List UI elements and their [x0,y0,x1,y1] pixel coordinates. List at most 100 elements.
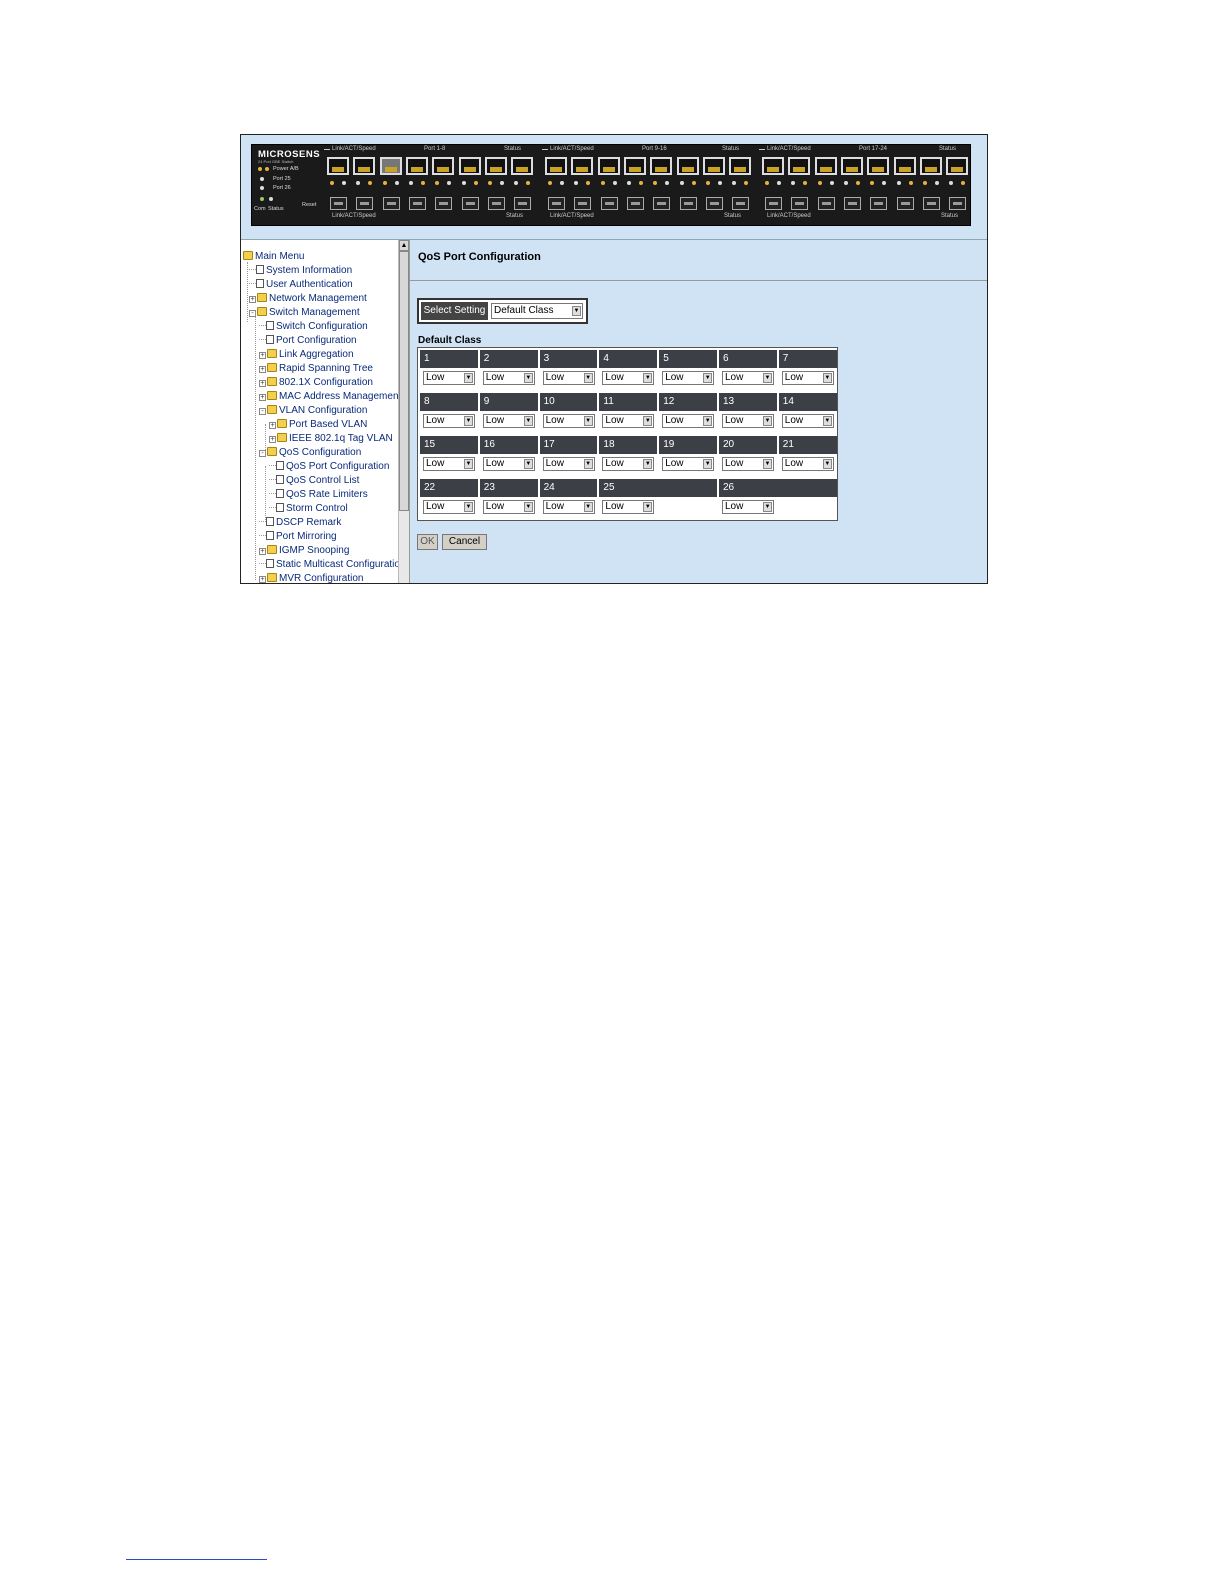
sidebar-item[interactable]: + Rapid Spanning Tree [259,362,373,375]
port-class-select[interactable]: Low ▼ [542,414,595,428]
dropdown-arrow-icon[interactable]: ▼ [763,502,772,512]
ok-button[interactable]: OK [417,534,438,550]
port-class-value: Low [426,372,445,383]
dropdown-arrow-icon[interactable]: ▼ [583,373,593,383]
sidebar-item[interactable]: + Link Aggregation [259,348,354,361]
port-class-select[interactable]: Low ▼ [781,414,834,428]
sidebar-item[interactable]: + IGMP Snooping [259,544,349,557]
port-class-select[interactable]: Low ▼ [662,457,715,471]
port-class-select[interactable]: Low ▼ [542,457,595,471]
sidebar-item[interactable]: - QoS Configuration [259,446,361,459]
dropdown-arrow-icon[interactable]: ▼ [763,373,772,383]
sidebar-scrollbar[interactable]: ▲ [398,240,409,583]
sidebar-item[interactable]: Switch Configuration [259,320,368,333]
dropdown-arrow-icon[interactable]: ▼ [583,459,593,469]
port-class-select[interactable]: Low ▼ [781,457,834,471]
port-class-value: Low [485,458,505,469]
sidebar-item[interactable]: - VLAN Configuration [259,404,367,417]
expand-icon[interactable]: + [259,576,266,583]
sidebar-item[interactable]: +802.1X Configuration [259,376,373,389]
dropdown-arrow-icon[interactable]: ▼ [763,459,772,469]
dropdown-arrow-icon[interactable]: ▼ [703,373,713,383]
dropdown-arrow-icon[interactable]: ▼ [523,373,533,383]
port-class-select[interactable]: Low ▼ [722,414,774,428]
expand-icon[interactable]: + [259,366,266,373]
port-led-icon [447,181,452,185]
port-class-value: Low [545,415,564,426]
dropdown-arrow-icon[interactable]: ▼ [703,459,713,469]
dropdown-arrow-icon[interactable]: ▼ [763,416,772,426]
dropdown-arrow-icon[interactable]: ▼ [703,416,713,426]
port-class-select[interactable]: Low ▼ [662,414,715,428]
dropdown-arrow-icon[interactable]: ▼ [822,416,832,426]
dropdown-arrow-icon[interactable]: ▼ [643,459,653,469]
port-class-select[interactable]: Low ▼ [722,500,774,514]
sidebar-item[interactable]: DSCP Remark [259,516,341,529]
sidebar-item[interactable]: System Information [249,264,352,277]
port-class-select[interactable]: Low ▼ [542,371,595,385]
dropdown-arrow-icon[interactable]: ▼ [464,459,473,469]
dropdown-arrow-icon[interactable]: ▼ [822,373,832,383]
dropdown-arrow-icon[interactable]: ▼ [523,416,533,426]
dropdown-arrow-icon[interactable]: ▼ [572,306,581,316]
dropdown-arrow-icon[interactable]: ▼ [523,459,533,469]
dropdown-arrow-icon[interactable]: ▼ [583,502,593,512]
expand-icon[interactable]: + [259,380,266,387]
sidebar-item[interactable]: + Port Based VLAN [269,418,367,431]
port-class-select[interactable]: Low ▼ [423,457,475,471]
sidebar-item[interactable]: - Switch Management [249,306,360,319]
sidebar-item[interactable]: Storm Control [269,502,348,515]
scroll-up-arrow-icon[interactable]: ▲ [399,240,409,251]
sidebar-item[interactable]: QoS Control List [269,474,359,487]
switch-front-panel: MICROSENS 24 Port GBE Switch Power A/B P… [251,144,971,226]
dropdown-arrow-icon[interactable]: ▼ [643,373,653,383]
port-class-select[interactable]: Low ▼ [602,457,655,471]
port-class-select[interactable]: Low ▼ [602,414,655,428]
dropdown-arrow-icon[interactable]: ▼ [583,416,593,426]
port-class-select[interactable]: Low ▼ [423,500,475,514]
select-setting-dropdown[interactable]: Default Class ▼ [491,303,583,319]
port-class-select[interactable]: Low ▼ [482,457,535,471]
expand-icon[interactable]: + [259,548,266,555]
rj45-port-icon [511,157,534,175]
port-class-select[interactable]: Low ▼ [482,414,535,428]
sidebar-item[interactable]: + MAC Address Managemen [259,390,398,403]
sidebar-item[interactable]: Port Configuration [259,334,357,347]
expand-icon[interactable]: + [259,352,266,359]
sidebar-item[interactable]: Static Multicast Configuratio [259,558,398,571]
port-class-select[interactable]: Low ▼ [722,457,774,471]
dropdown-arrow-icon[interactable]: ▼ [643,416,653,426]
sidebar-item[interactable]: Port Mirroring [259,530,337,543]
sidebar-item[interactable]: + MVR Configuration [259,572,363,583]
dropdown-arrow-icon[interactable]: ▼ [464,502,473,512]
expand-icon[interactable]: + [269,422,276,429]
scroll-thumb[interactable] [399,251,409,511]
collapse-icon[interactable]: - [259,408,266,415]
port-led-icon [803,181,808,185]
port-class-select[interactable]: Low ▼ [602,500,655,514]
sidebar-item[interactable]: User Authentication [249,278,353,291]
port-class-select[interactable]: Low ▼ [781,371,834,385]
expand-icon[interactable]: + [269,436,276,443]
sidebar-item[interactable]: + Network Management [249,292,367,305]
expand-icon[interactable]: + [259,394,266,401]
expand-icon[interactable]: + [249,296,256,303]
sidebar-item[interactable]: QoS Rate Limiters [269,488,368,501]
dropdown-arrow-icon[interactable]: ▼ [523,502,533,512]
dropdown-arrow-icon[interactable]: ▼ [464,416,473,426]
port-class-select[interactable]: Low ▼ [662,371,715,385]
port-class-select[interactable]: Low ▼ [482,371,535,385]
port-class-select[interactable]: Low ▼ [722,371,774,385]
port-class-select[interactable]: Low ▼ [602,371,655,385]
cancel-button[interactable]: Cancel [442,534,487,550]
port-class-select[interactable]: Low ▼ [482,500,535,514]
dropdown-arrow-icon[interactable]: ▼ [464,373,473,383]
sidebar-item[interactable]: + IEEE 802.1q Tag VLAN [269,432,393,445]
dropdown-arrow-icon[interactable]: ▼ [822,459,832,469]
dropdown-arrow-icon[interactable]: ▼ [643,502,653,512]
port-class-select[interactable]: Low ▼ [542,500,595,514]
port-class-select[interactable]: Low ▼ [423,371,475,385]
sidebar-item[interactable]: Main Menu [243,250,304,263]
port-class-select[interactable]: Low ▼ [423,414,475,428]
sidebar-item[interactable]: QoS Port Configuration [269,460,389,473]
